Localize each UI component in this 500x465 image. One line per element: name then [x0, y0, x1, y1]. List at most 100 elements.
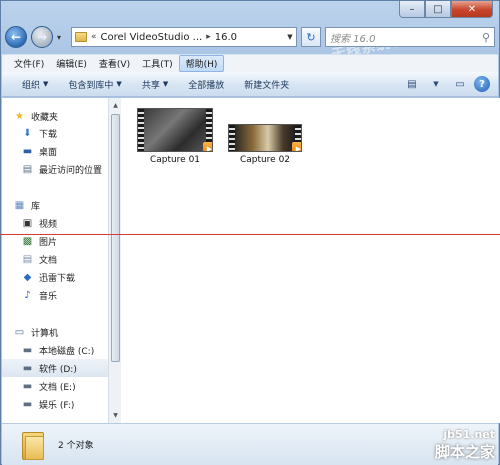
drive-icon: ▬	[22, 344, 33, 356]
navigation-scrollbar[interactable]: ▲ ▼	[108, 98, 121, 423]
music-icon: ♪	[24, 289, 31, 301]
documents-icon: ▤	[22, 253, 33, 265]
nav-label: 娱乐 (F:)	[39, 400, 75, 411]
nav-libraries[interactable]: ▦ 库	[2, 196, 108, 214]
nav-label: 文档	[39, 255, 58, 266]
scroll-down-icon[interactable]: ▼	[111, 411, 120, 420]
menu-tools[interactable]: 工具(T)	[136, 56, 179, 71]
nav-music[interactable]: ♪ 音乐	[2, 286, 108, 304]
maximize-button[interactable]: □	[425, 1, 451, 18]
folder-icon	[75, 32, 87, 42]
desktop-icon: ▬	[22, 145, 33, 157]
computer-icon: ▭	[14, 326, 25, 338]
command-bar: 组织 ▼ 包含到库中 ▼ 共享 ▼ 全部播放 新建文件夹 ▤ ▼ ▭ ?	[2, 72, 498, 97]
scrollbar-thumb[interactable]	[111, 114, 120, 362]
organize-button[interactable]: 组织 ▼	[12, 75, 58, 94]
annotation-line	[0, 234, 500, 235]
arrow-left-icon: ←	[10, 30, 22, 44]
address-dropdown-icon[interactable]: ▼	[284, 28, 296, 46]
preview-pane-icon[interactable]: ▭	[450, 75, 470, 93]
nav-label: 图片	[39, 237, 58, 248]
new-folder-label: 新建文件夹	[244, 80, 290, 91]
file-name: Capture 02	[239, 155, 291, 165]
minimize-button[interactable]: –	[399, 1, 425, 18]
drive-icon: ▬	[22, 362, 33, 374]
menu-help[interactable]: 帮助(H)	[178, 55, 225, 72]
search-input[interactable]: 搜索 16.0 ⚲	[325, 27, 495, 47]
arrow-right-icon: →	[36, 30, 48, 44]
nav-drive-e[interactable]: ▬ 文档 (E:)	[2, 377, 108, 395]
nav-label: 视频	[39, 219, 58, 230]
nav-label: 计算机	[31, 328, 59, 339]
file-name: Capture 01	[149, 155, 201, 165]
search-icon[interactable]: ⚲	[482, 31, 490, 44]
nav-label: 文档 (E:)	[39, 382, 76, 393]
address-bar[interactable]: « Corel VideoStudio ... ▸ 16.0 ▼	[71, 27, 297, 47]
nav-thunder-downloads[interactable]: ◆ 迅雷下载	[2, 268, 108, 286]
drive-icon: ▬	[22, 398, 33, 410]
nav-label: 最近访问的位置	[39, 165, 103, 176]
share-button[interactable]: 共享 ▼	[132, 75, 178, 94]
video-library-icon: ▣	[22, 217, 33, 229]
address-row: ← → ▾ « Corel VideoStudio ... ▸ 16.0 ▼ ↻…	[5, 25, 495, 49]
nav-computer[interactable]: ▭ 计算机	[2, 323, 108, 341]
menu-edit[interactable]: 编辑(E)	[50, 56, 93, 71]
back-button[interactable]: ←	[5, 26, 27, 48]
item-count: 2 个对象	[58, 441, 94, 451]
menu-file[interactable]: 文件(F)	[8, 56, 50, 71]
nav-desktop[interactable]: ▬ 桌面	[2, 142, 108, 160]
menu-view[interactable]: 查看(V)	[93, 56, 136, 71]
file-list: ▶ Capture 01 ▶ Capture 02	[121, 98, 500, 423]
close-button[interactable]: ✕	[451, 1, 493, 18]
share-label: 共享	[141, 80, 160, 91]
search-placeholder: 搜索 16.0	[330, 33, 376, 45]
navigation-pane: ★ 收藏夹 ⬇ 下载 ▬ 桌面 ▤ 最近访问的位置 ▦ 库 ▣ 视频 ▩ 图片 ▤ 文档 ◆ 迅雷…	[2, 98, 108, 423]
organize-label: 组织	[22, 80, 41, 91]
view-options-icon[interactable]: ▤	[402, 75, 422, 93]
nav-label: 收藏夹	[31, 112, 59, 123]
new-folder-button[interactable]: 新建文件夹	[234, 75, 299, 94]
watermark-name: 脚本之家	[434, 443, 495, 461]
include-in-library-button[interactable]: 包含到库中 ▼	[58, 75, 131, 94]
refresh-button[interactable]: ↻	[301, 27, 321, 47]
nav-downloads[interactable]: ⬇ 下载	[2, 124, 108, 142]
nav-drive-c[interactable]: ▬ 本地磁盘 (C:)	[2, 341, 108, 359]
nav-label: 本地磁盘 (C:)	[39, 346, 95, 357]
help-icon[interactable]: ?	[474, 76, 490, 92]
nav-favorites[interactable]: ★ 收藏夹	[2, 107, 108, 125]
caption-buttons: – □ ✕	[399, 1, 493, 18]
nav-videos[interactable]: ▣ 视频	[2, 214, 108, 232]
overflow-chevron[interactable]: «	[91, 32, 97, 42]
recent-places-icon: ▤	[22, 163, 33, 175]
watermark: jb51.net 脚本之家	[435, 428, 495, 462]
play-icon: ▶	[203, 142, 212, 151]
breadcrumb-segment-1[interactable]: Corel VideoStudio ...	[101, 32, 203, 43]
recent-pages-button[interactable]: ▾	[57, 33, 67, 42]
nav-label: 音乐	[39, 291, 58, 302]
star-icon: ★	[15, 110, 24, 122]
watermark-site: jb51.net	[443, 428, 495, 441]
nav-label: 软件 (D:)	[39, 364, 77, 375]
forward-button[interactable]: →	[31, 26, 53, 48]
scroll-up-icon[interactable]: ▲	[111, 101, 120, 110]
nav-label: 库	[31, 201, 41, 212]
video-thumbnail: ▶	[228, 124, 302, 152]
breadcrumb-separator-icon[interactable]: ▸	[206, 32, 211, 42]
play-all-label: 全部播放	[188, 80, 225, 91]
file-item[interactable]: ▶ Capture 01	[137, 108, 213, 165]
details-pane: 2 个对象	[2, 423, 498, 465]
chevron-down-icon: ▼	[43, 80, 49, 88]
view-dropdown-icon[interactable]: ▼	[426, 75, 446, 93]
download-folder-icon: ⬇	[23, 127, 32, 139]
nav-label: 迅雷下载	[39, 273, 76, 284]
play-all-button[interactable]: 全部播放	[178, 75, 234, 94]
nav-recent-places[interactable]: ▤ 最近访问的位置	[2, 160, 108, 178]
breadcrumb-segment-2[interactable]: 16.0	[215, 32, 237, 43]
include-label: 包含到库中	[68, 80, 114, 91]
nav-documents[interactable]: ▤ 文档	[2, 250, 108, 268]
folder-icon	[22, 430, 44, 460]
nav-drive-d[interactable]: ▬ 软件 (D:)	[2, 359, 108, 377]
nav-drive-f[interactable]: ▬ 娱乐 (F:)	[2, 395, 108, 413]
file-item[interactable]: ▶ Capture 02	[228, 124, 302, 165]
nav-label: 桌面	[39, 147, 58, 158]
